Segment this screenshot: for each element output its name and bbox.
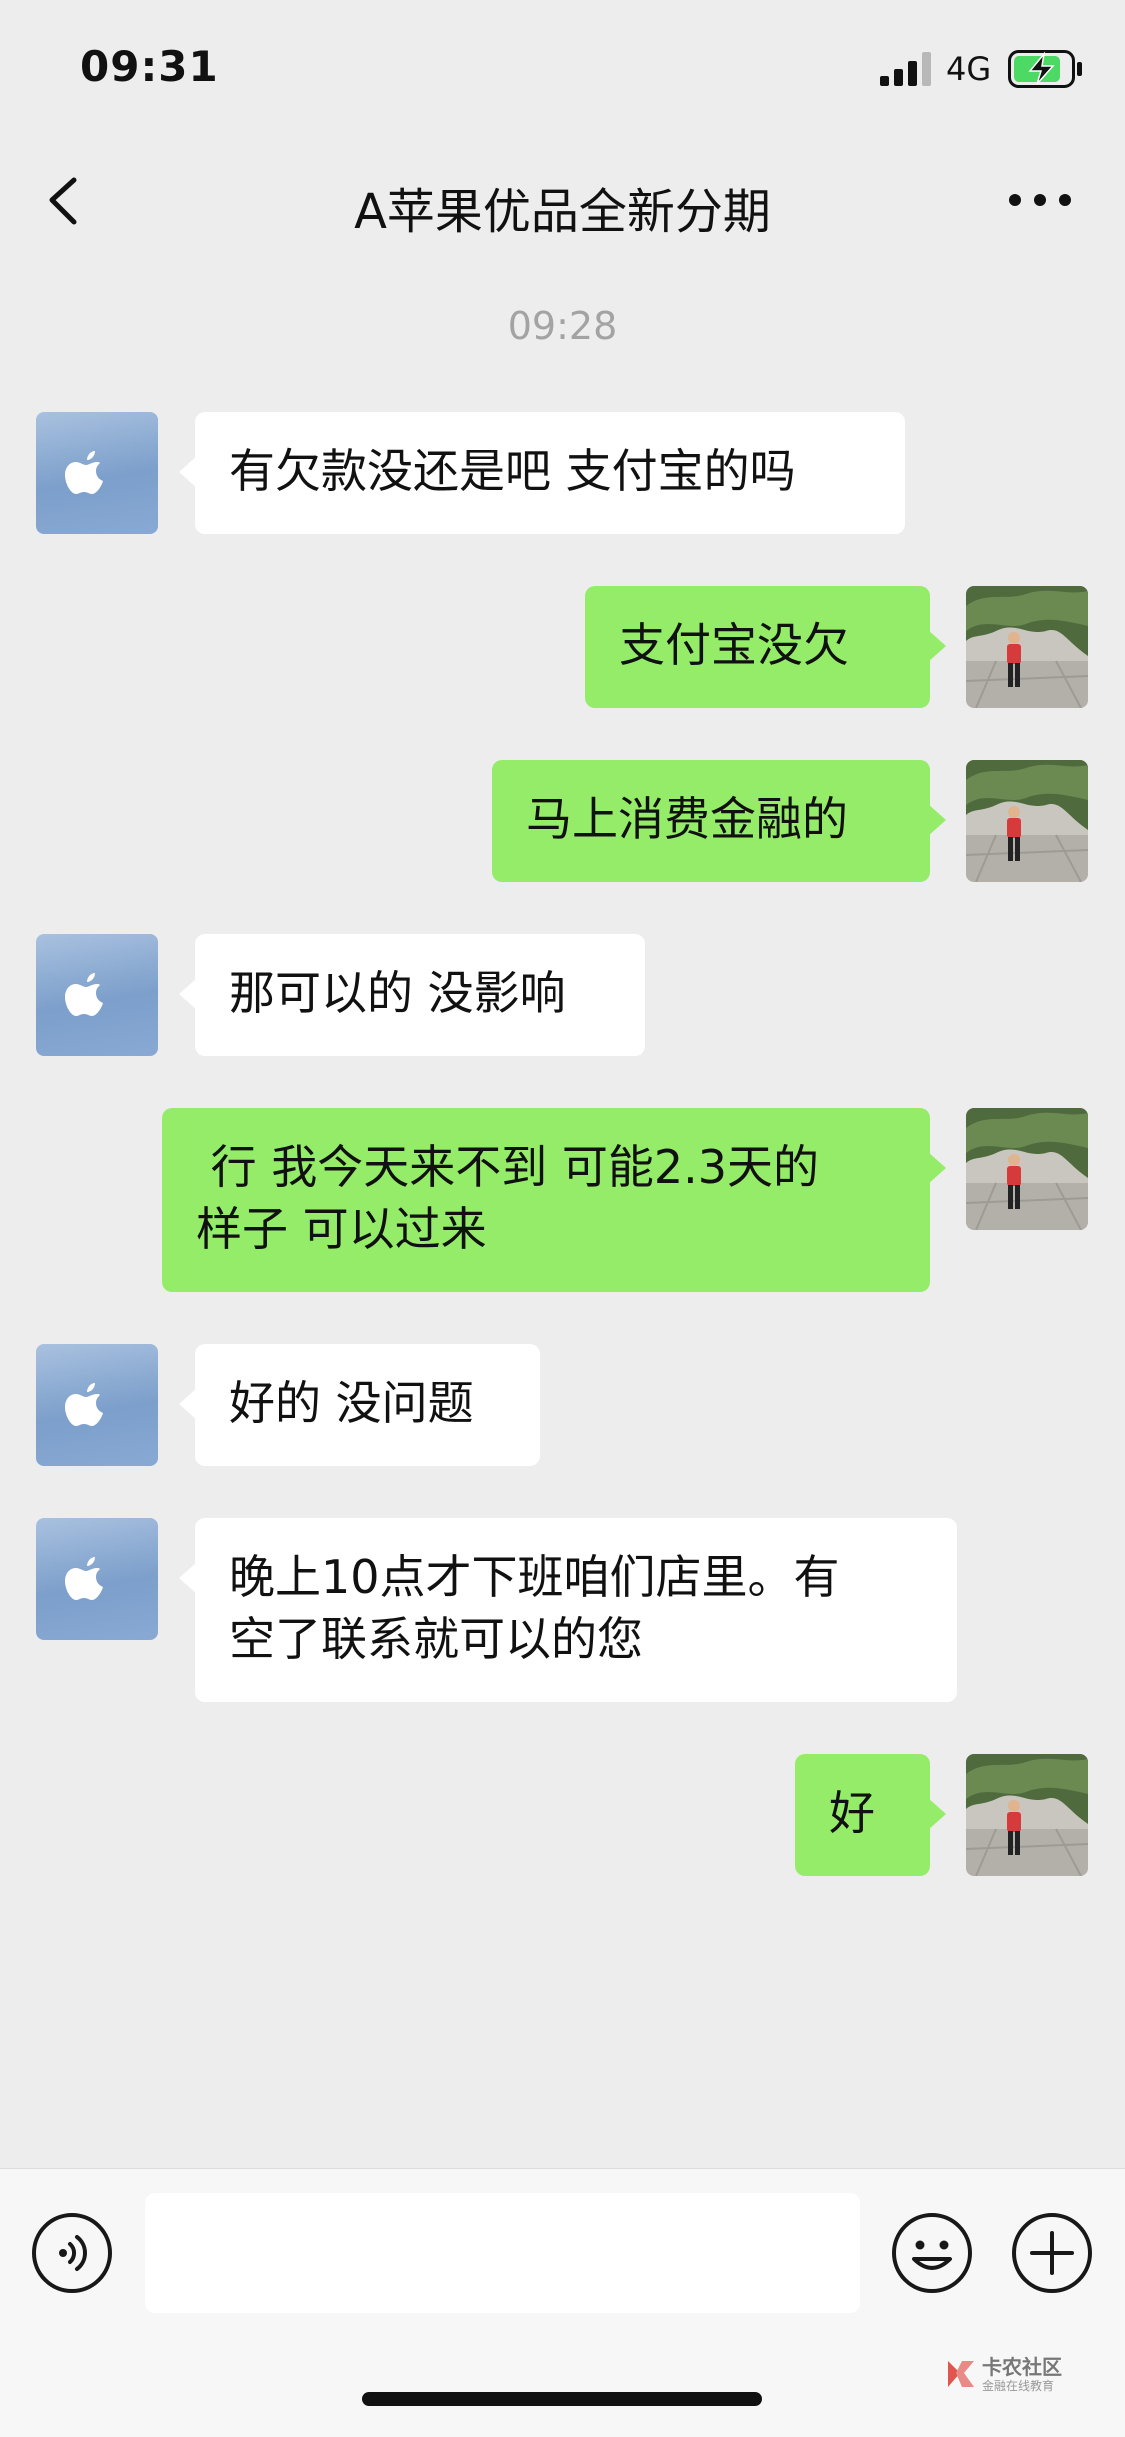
status-bar: 09:31 4G xyxy=(0,0,1125,130)
watermark-subtitle: 金融在线教育 xyxy=(982,2379,1055,2393)
message-bubble-sent[interactable]: 马上消费金融的 xyxy=(492,760,946,882)
chat-title: A苹果优品全新分期 xyxy=(354,184,771,240)
status-time: 09:31 xyxy=(80,42,219,91)
signal-icon xyxy=(880,52,931,86)
voice-input-icon[interactable] xyxy=(30,2211,114,2295)
user-avatar[interactable] xyxy=(966,1754,1088,1876)
contact-avatar[interactable] xyxy=(36,1344,158,1466)
message-input[interactable] xyxy=(145,2193,860,2313)
nav-bar: A苹果优品全新分期 xyxy=(0,140,1125,260)
battery-charging-icon xyxy=(1008,50,1082,88)
contact-avatar[interactable] xyxy=(36,412,158,534)
contact-avatar[interactable] xyxy=(36,1518,158,1640)
message-bubble-sent[interactable]: 行 我今天来不到 可能2.3天的 样子 可以过来 xyxy=(162,1108,946,1292)
message-bubble-received[interactable]: 晚上10点才下班咱们店里。有 空了联系就可以的您 xyxy=(179,1518,957,1702)
user-avatar[interactable] xyxy=(966,760,1088,882)
message-bubble-sent[interactable]: 好 xyxy=(795,1754,946,1876)
user-avatar[interactable] xyxy=(966,586,1088,708)
network-type: 4G xyxy=(946,50,992,88)
message-bubble-sent[interactable]: 支付宝没欠 xyxy=(585,586,946,708)
more-options-icon[interactable] xyxy=(1005,170,1075,230)
watermark-title: 卡农社区 xyxy=(982,2355,1062,2379)
watermark-logo-icon xyxy=(948,2361,974,2387)
emoji-icon[interactable] xyxy=(890,2211,974,2295)
message-bubble-received[interactable]: 有欠款没还是吧 支付宝的吗 xyxy=(179,412,905,534)
message-timestamp: 09:28 xyxy=(507,304,618,348)
contact-avatar[interactable] xyxy=(36,934,158,1056)
watermark: 卡农社区 金融在线教育 xyxy=(944,2351,1094,2399)
plus-icon[interactable] xyxy=(1010,2211,1094,2295)
message-bubble-received[interactable]: 那可以的 没影响 xyxy=(179,934,645,1056)
user-avatar[interactable] xyxy=(966,1108,1088,1230)
message-bubble-received[interactable]: 好的 没问题 xyxy=(179,1344,540,1466)
home-indicator[interactable] xyxy=(362,2392,762,2406)
